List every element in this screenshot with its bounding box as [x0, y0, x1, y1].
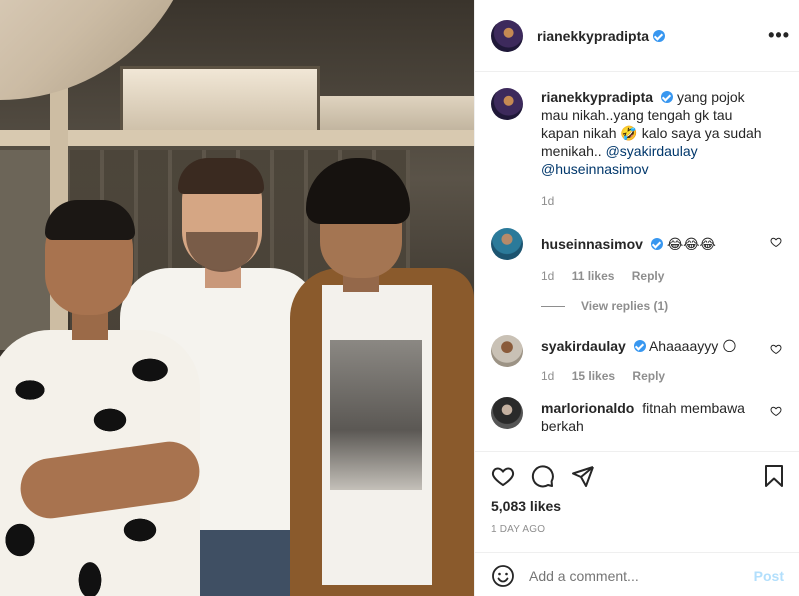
- post-header: rianekkypradipta •••: [475, 0, 799, 72]
- comment-input[interactable]: [529, 567, 754, 584]
- comment-text: Ahaaaayyy 🌕: [648, 338, 737, 354]
- commenter-username[interactable]: syakirdaulay: [541, 338, 626, 354]
- reply-button[interactable]: Reply: [632, 269, 665, 283]
- commenter-avatar[interactable]: [491, 397, 523, 429]
- photo-beam: [0, 130, 474, 146]
- comment-meta: 1d 15 likes Reply: [541, 369, 771, 383]
- comment-heart-icon[interactable]: [770, 236, 782, 248]
- comment-time[interactable]: 1d: [541, 269, 554, 283]
- comment-meta: 1d 11 likes Reply: [541, 269, 771, 283]
- author-avatar[interactable]: [491, 19, 523, 52]
- mention-link[interactable]: @huseinnasimov: [541, 161, 649, 177]
- post-sidebar: rianekkypradipta ••• rianekkypradipta ya…: [474, 0, 799, 596]
- comment-heart-icon[interactable]: [770, 343, 782, 355]
- bookmark-icon[interactable]: [762, 464, 786, 488]
- view-replies-button[interactable]: View replies (1): [541, 299, 784, 313]
- likes-count[interactable]: 5,083 likes: [491, 498, 561, 514]
- post-button[interactable]: Post: [754, 568, 784, 584]
- comment-likes[interactable]: 15 likes: [572, 369, 615, 383]
- comment-heart-icon[interactable]: [770, 405, 782, 417]
- comment-text-block: marlorionaldo fitnah membawa berkah: [541, 399, 771, 435]
- photo-person-left-hair: [45, 200, 135, 240]
- instagram-post: rianekkypradipta ••• rianekkypradipta ya…: [0, 0, 799, 596]
- add-comment-bar: Post: [475, 552, 799, 596]
- post-date[interactable]: 1 DAY AGO: [491, 524, 545, 535]
- reply-button[interactable]: Reply: [632, 369, 665, 383]
- caption-username[interactable]: rianekkypradipta: [541, 89, 653, 105]
- author-username[interactable]: rianekkypradipta: [537, 28, 649, 44]
- verified-badge-icon: [650, 238, 663, 250]
- comment-item: marlorionaldo fitnah membawa berkah: [491, 397, 784, 435]
- share-icon[interactable]: [571, 464, 595, 488]
- caption-meta: 1d: [541, 194, 771, 208]
- verified-badge-icon: [653, 29, 666, 42]
- verified-badge-icon: [633, 340, 646, 352]
- comments-list[interactable]: rianekkypradipta yang pojok mau nikah..y…: [475, 72, 799, 450]
- commenter-username[interactable]: huseinnasimov: [541, 236, 643, 252]
- caption-text-block: rianekkypradipta yang pojok mau nikah..y…: [541, 88, 771, 178]
- post-actions: 5,083 likes 1 DAY AGO Post: [475, 451, 799, 589]
- photo-person-right-shirt-print: [330, 340, 422, 490]
- photo-ceiling-light: [120, 66, 320, 136]
- commenter-avatar[interactable]: [491, 335, 523, 367]
- commenter-username[interactable]: marlorionaldo: [541, 400, 634, 416]
- commenter-avatar[interactable]: [491, 228, 523, 260]
- comment-time[interactable]: 1d: [541, 369, 554, 383]
- comment-item: huseinnasimov 😂😂😂 1d 11 likes Reply: [491, 228, 784, 283]
- view-replies-label: View replies (1): [581, 299, 669, 313]
- action-icons: [491, 464, 611, 488]
- emoji-icon[interactable]: [491, 564, 515, 588]
- heart-icon[interactable]: [491, 464, 515, 488]
- post-photo[interactable]: [0, 0, 474, 596]
- caption: rianekkypradipta yang pojok mau nikah..y…: [491, 88, 784, 208]
- photo-person-middle-hair: [178, 158, 264, 194]
- more-icon[interactable]: •••: [768, 26, 790, 44]
- view-replies-line: [541, 305, 565, 307]
- mention-link[interactable]: @syakirdaulay: [606, 143, 698, 159]
- comment-text-block: huseinnasimov 😂😂😂: [541, 235, 771, 253]
- caption-avatar[interactable]: [491, 88, 523, 120]
- comment-likes[interactable]: 11 likes: [572, 269, 615, 283]
- verified-badge-icon: [661, 91, 674, 103]
- comment-icon[interactable]: [531, 464, 555, 488]
- comment-text: 😂😂😂: [666, 236, 716, 252]
- comment-item: syakirdaulay Ahaaaayyy 🌕 1d 15 likes Rep…: [491, 335, 784, 383]
- caption-time[interactable]: 1d: [541, 194, 554, 208]
- comment-text-block: syakirdaulay Ahaaaayyy 🌕: [541, 337, 771, 355]
